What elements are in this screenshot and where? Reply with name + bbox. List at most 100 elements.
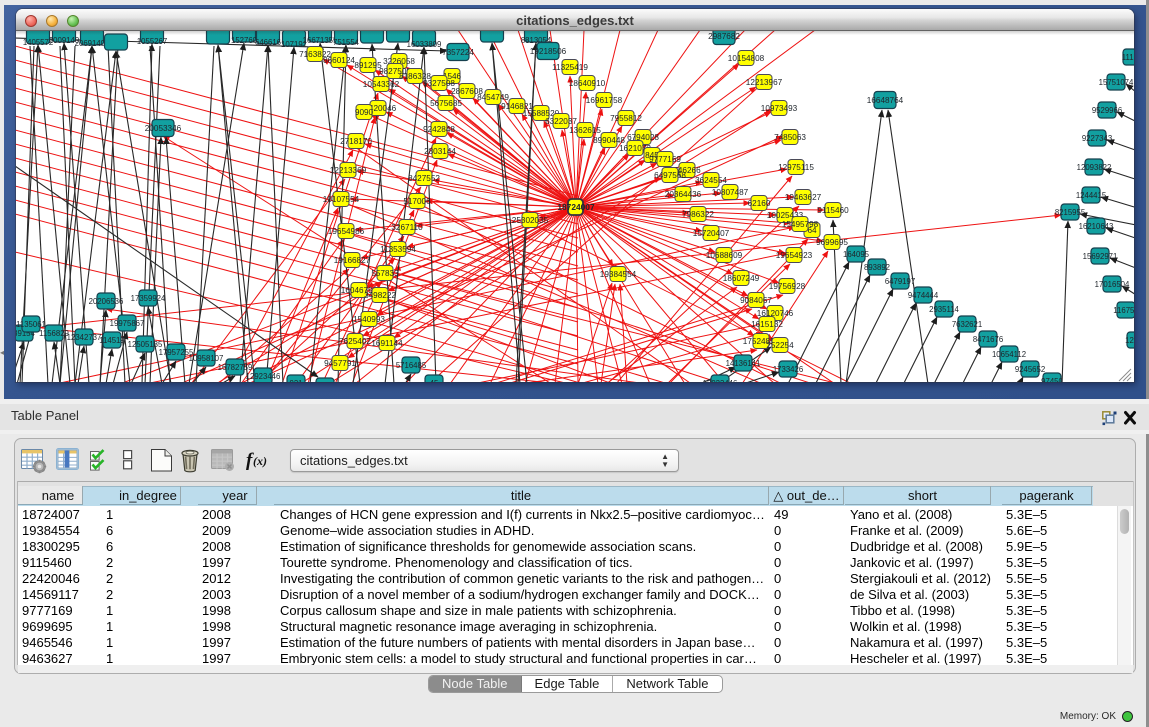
- svg-text:10973493: 10973493: [761, 104, 798, 113]
- svg-text:11353594: 11353594: [380, 245, 416, 254]
- svg-text:8471676: 8471676: [973, 335, 1003, 344]
- svg-text:6322037: 6322037: [545, 117, 577, 126]
- svg-text:10107554: 10107554: [323, 195, 360, 204]
- svg-text:3267110: 3267110: [391, 223, 423, 232]
- svg-text:2935114: 2935114: [929, 305, 959, 314]
- svg-text:9474444: 9474444: [908, 291, 939, 300]
- svg-text:20206536: 20206536: [89, 297, 124, 306]
- svg-text:3624554: 3624554: [695, 176, 727, 185]
- svg-text:646616: 646616: [255, 38, 281, 47]
- svg-text:152760: 152760: [231, 36, 258, 45]
- svg-text:18607249: 18607249: [723, 274, 760, 283]
- svg-text:1691144: 1691144: [371, 339, 403, 348]
- svg-text:7986322: 7986322: [682, 210, 714, 219]
- svg-text:9115460: 9115460: [817, 206, 849, 215]
- svg-text:1615132: 1615132: [751, 320, 783, 329]
- svg-text:18640910: 18640910: [569, 79, 606, 88]
- svg-text:1733426: 1733426: [773, 365, 803, 374]
- svg-text:16648764: 16648764: [867, 96, 904, 105]
- svg-text:10958107: 10958107: [189, 354, 224, 363]
- svg-text:9227343: 9227343: [1082, 134, 1112, 143]
- svg-text:20053346: 20053346: [145, 124, 182, 133]
- svg-text:8454749: 8454749: [477, 93, 509, 102]
- svg-text:19654986: 19654986: [328, 227, 365, 236]
- svg-text:1055267: 1055267: [137, 37, 167, 46]
- svg-text:1135061: 1135061: [16, 320, 46, 329]
- svg-text:19463627: 19463627: [785, 193, 822, 202]
- svg-text:25302035: 25302035: [512, 216, 549, 225]
- svg-text:12213967: 12213967: [746, 78, 783, 87]
- svg-text:751554: 751554: [333, 38, 360, 47]
- svg-text:8427552: 8427552: [408, 174, 440, 183]
- svg-text:3498222: 3498222: [364, 291, 396, 300]
- svg-text:11325419: 11325419: [552, 63, 588, 72]
- svg-text:9529966: 9529966: [1092, 106, 1122, 115]
- svg-text:16210643: 16210643: [1079, 222, 1114, 231]
- svg-text:7485063: 7485063: [774, 133, 806, 142]
- svg-text:6497568: 6497568: [654, 171, 686, 180]
- svg-text:9457791: 9457791: [324, 359, 356, 368]
- svg-text:16782759: 16782759: [218, 363, 253, 372]
- svg-text:19654923: 19654923: [776, 251, 813, 260]
- svg-text:557833: 557833: [371, 269, 399, 278]
- svg-text:10688609: 10688609: [706, 251, 743, 260]
- svg-text:10543362: 10543362: [363, 80, 400, 89]
- svg-text:9699695: 9699695: [816, 238, 848, 247]
- svg-text:19975867: 19975867: [110, 319, 145, 328]
- svg-text:5716485: 5716485: [396, 361, 427, 370]
- svg-text:12975115: 12975115: [778, 163, 814, 172]
- svg-text:11174: 11174: [1122, 53, 1134, 62]
- svg-text:7632621: 7632621: [952, 320, 982, 329]
- svg-text:17359924: 17359924: [131, 294, 166, 303]
- svg-text:62160: 62160: [748, 199, 771, 208]
- svg-text:114519: 114519: [99, 336, 124, 345]
- svg-text:891295: 891295: [354, 61, 382, 70]
- svg-text:(x): (x): [253, 454, 267, 468]
- svg-text:921: 921: [289, 379, 302, 382]
- svg-text:5675685: 5675685: [430, 99, 462, 108]
- svg-text:9777169: 9777169: [649, 155, 681, 164]
- svg-text:7625402: 7625402: [339, 337, 371, 346]
- svg-text:12213369: 12213369: [330, 166, 367, 175]
- svg-text:97450: 97450: [1041, 377, 1063, 382]
- svg-text:6479197: 6479197: [885, 277, 915, 286]
- svg-text:14136141: 14136141: [726, 359, 761, 368]
- svg-text:9090: 9090: [355, 108, 374, 117]
- svg-text:2718170: 2718170: [340, 137, 372, 146]
- svg-text:116753: 116753: [1113, 306, 1134, 315]
- svg-text:45: 45: [430, 379, 439, 382]
- svg-text:19218506: 19218506: [530, 47, 567, 56]
- svg-text:9245652: 9245652: [1015, 365, 1045, 374]
- svg-text:12093822: 12093822: [1077, 163, 1112, 172]
- svg-text:9242848: 9242848: [423, 125, 455, 134]
- svg-text:19166827: 19166827: [334, 256, 371, 265]
- svg-text:2803144: 2803144: [424, 147, 456, 156]
- svg-text:9084067: 9084067: [740, 296, 772, 305]
- svg-text:16961758: 16961758: [586, 96, 623, 105]
- svg-text:19756928: 19756928: [769, 282, 806, 291]
- svg-text:893892: 893892: [864, 263, 890, 272]
- svg-text:15751074: 15751074: [1099, 78, 1134, 87]
- svg-text:10807487: 10807487: [712, 188, 749, 197]
- svg-text:7955812: 7955812: [610, 114, 642, 123]
- svg-text:10654112: 10654112: [992, 350, 1026, 359]
- svg-text:12923446: 12923446: [703, 379, 738, 382]
- svg-text:252254: 252254: [766, 341, 794, 350]
- svg-text:15720407: 15720407: [693, 229, 730, 238]
- svg-text:15692971: 15692971: [1083, 252, 1118, 261]
- svg-text:1156829: 1156829: [39, 329, 69, 338]
- svg-text:1362615: 1362615: [569, 126, 601, 135]
- svg-text:12410: 12410: [1125, 336, 1134, 345]
- svg-text:517006: 517006: [403, 197, 431, 206]
- svg-text:17016504: 17016504: [1095, 280, 1130, 289]
- svg-text:12342737: 12342737: [67, 333, 102, 342]
- svg-text:7357224: 7357224: [442, 48, 474, 57]
- svg-text:18724007: 18724007: [557, 202, 595, 212]
- svg-text:8215955: 8215955: [1055, 208, 1086, 217]
- svg-text:16033809: 16033809: [407, 40, 442, 49]
- svg-text:8660124: 8660124: [323, 56, 355, 65]
- svg-text:20364436: 20364436: [665, 190, 702, 199]
- svg-text:19384554: 19384554: [600, 270, 637, 279]
- svg-text:1244415: 1244415: [1076, 191, 1107, 200]
- svg-text:164095: 164095: [843, 250, 870, 259]
